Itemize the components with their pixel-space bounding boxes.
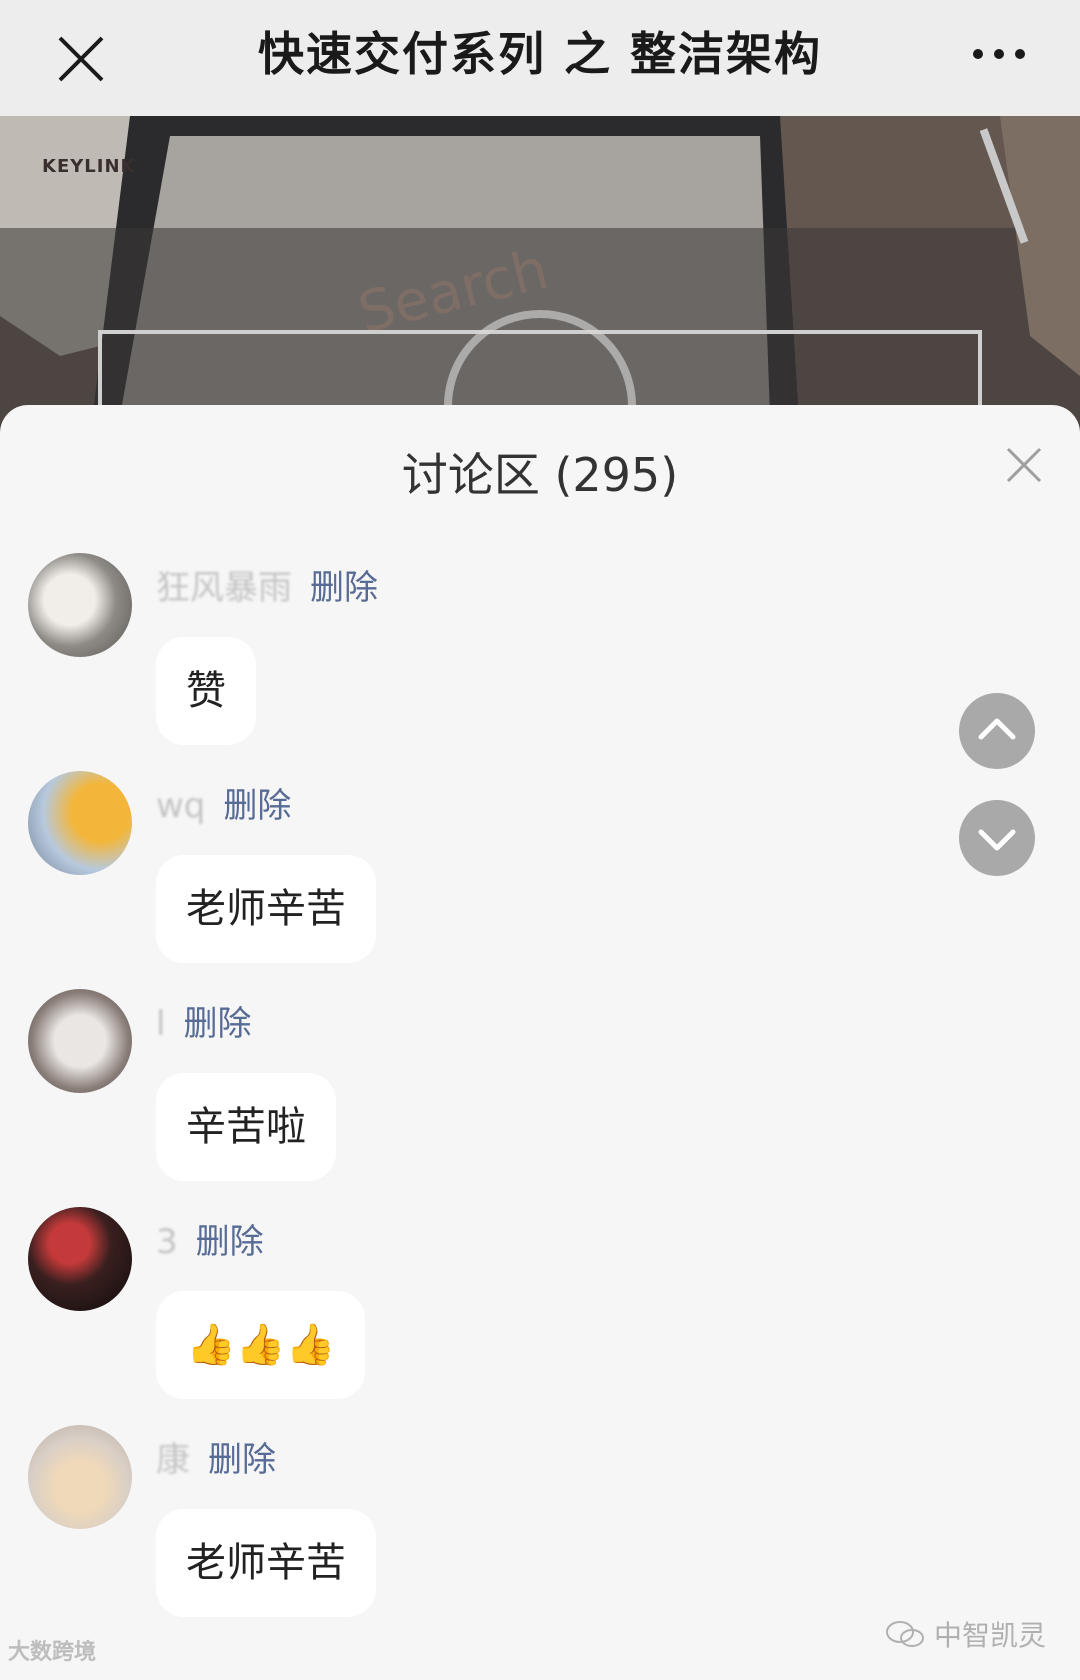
comment-header: wq 删除 [156, 783, 291, 829]
avatar[interactable] [28, 989, 132, 1093]
user-name: 3 [156, 1222, 178, 1262]
user-name: 康 [156, 1440, 190, 1480]
chevron-up-icon [978, 718, 1016, 740]
user-name: l [156, 1004, 166, 1044]
wechat-icon [886, 1621, 925, 1647]
comment-bubble: 老师辛苦 [156, 1509, 376, 1617]
comment-header: 狂风暴雨 删除 [156, 565, 378, 611]
comment-bubble: 赞 [156, 637, 256, 745]
comment-bubble: 辛苦啦 [156, 1073, 336, 1181]
avatar[interactable] [28, 553, 132, 657]
page-title: 快速交付系列 之 整洁架构 [257, 27, 823, 81]
delete-button[interactable]: 删除 [223, 786, 291, 826]
close-icon[interactable] [50, 28, 112, 90]
close-icon[interactable] [1004, 445, 1044, 485]
comment-item: 狂风暴雨 删除 赞 [0, 553, 1080, 773]
comment-item: wq 删除 老师辛苦 [0, 771, 1080, 991]
comment-header: l 删除 [156, 1001, 251, 1047]
video-banner[interactable]: Search KEYLINK [0, 116, 1080, 436]
comment-header: 康删除 [156, 1437, 276, 1483]
scroll-down-button[interactable] [959, 800, 1035, 876]
chevron-down-icon [978, 829, 1016, 851]
avatar[interactable] [28, 1425, 132, 1529]
delete-button[interactable]: 删除 [310, 568, 378, 608]
comment-item: l 删除 辛苦啦 [0, 989, 1080, 1209]
delete-button[interactable]: 删除 [196, 1222, 264, 1262]
scroll-up-button[interactable] [959, 693, 1035, 769]
watermark-left: 大数跨境 [8, 1640, 97, 1665]
banner-image: Search [0, 116, 1080, 436]
comment-item: 康删除 老师辛苦 [0, 1425, 1080, 1645]
delete-button[interactable]: 删除 [183, 1004, 251, 1044]
delete-button[interactable]: 删除 [208, 1440, 276, 1480]
keylink-logo: KEYLINK [42, 156, 136, 177]
top-navigation-bar: 快速交付系列 之 整洁架构 [0, 0, 1080, 116]
comment-header: 3 删除 [156, 1219, 264, 1265]
user-name: wq [156, 786, 206, 826]
user-name: 狂风暴雨 [156, 568, 292, 608]
discussion-title: 讨论区 (295) [401, 448, 679, 502]
avatar[interactable] [28, 1207, 132, 1311]
avatar[interactable] [28, 771, 132, 875]
more-dots-icon[interactable] [968, 36, 1030, 72]
discussion-panel: 讨论区 (295) 狂风暴雨 删除 赞 wq 删除 老师辛苦 l 删除 辛苦啦 3 删除… [0, 405, 1080, 1680]
comment-bubble: 老师辛苦 [156, 855, 376, 963]
comment-bubble: 👍👍👍 [156, 1291, 366, 1399]
watermark-right: 中智凯灵 [885, 1614, 1046, 1654]
comment-item: 3 删除 👍👍👍 [0, 1207, 1080, 1427]
